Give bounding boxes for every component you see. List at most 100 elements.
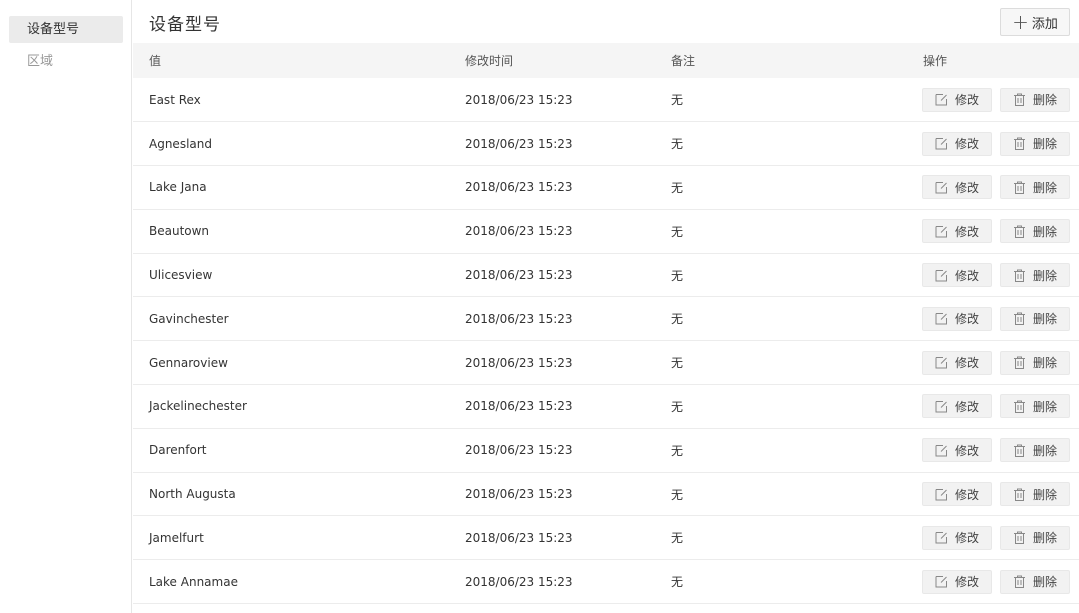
cell-modified: 2018/06/23 15:23	[465, 399, 573, 414]
edit-button-label: 修改	[954, 93, 979, 108]
page-title: 设备型号	[149, 15, 221, 35]
edit-button[interactable]: 修改	[922, 219, 992, 244]
cell-value: Darenfort	[149, 443, 207, 458]
delete-button-label: 删除	[1032, 137, 1057, 152]
edit-button[interactable]: 修改	[922, 394, 992, 419]
cell-note: 无	[671, 224, 684, 239]
edit-button-label: 修改	[954, 137, 979, 152]
edit-button-label: 修改	[954, 531, 979, 546]
edit-button[interactable]: 修改	[922, 87, 992, 112]
edit-button[interactable]: 修改	[922, 175, 992, 200]
table-row: Gavinchester 2018/06/23 15:23 无 修改 删除	[133, 297, 1079, 341]
delete-button[interactable]: 删除	[1000, 569, 1070, 594]
edit-button[interactable]: 修改	[922, 569, 992, 594]
delete-button[interactable]: 删除	[1000, 263, 1070, 288]
delete-button[interactable]: 删除	[1000, 438, 1070, 463]
delete-button[interactable]: 删除	[1000, 482, 1070, 507]
cell-modified: 2018/06/23 15:23	[465, 487, 573, 502]
edit-button-label: 修改	[954, 443, 979, 458]
edit-icon	[935, 488, 947, 501]
add-button[interactable]: + 添加	[1000, 8, 1070, 36]
table-row: Lake Annamae 2018/06/23 15:23 无 修改 删除	[133, 560, 1079, 604]
table-row: East Rex 2018/06/23 15:23 无 修改 删除	[133, 78, 1079, 122]
trash-icon	[1013, 488, 1025, 501]
cell-modified: 2018/06/23 15:23	[465, 530, 573, 545]
cell-value: Gavinchester	[149, 311, 229, 326]
edit-icon	[935, 400, 947, 413]
edit-button[interactable]: 修改	[922, 350, 992, 375]
delete-button[interactable]: 删除	[1000, 350, 1070, 375]
cell-actions: 修改 删除	[907, 341, 1079, 385]
cell-actions: 修改 删除	[907, 472, 1079, 516]
delete-button[interactable]: 删除	[1000, 219, 1070, 244]
cell-value: Beautown	[149, 224, 210, 239]
trash-icon	[1013, 225, 1025, 238]
trash-icon	[1013, 93, 1025, 107]
delete-button-label: 删除	[1032, 268, 1057, 283]
cell-note: 无	[671, 356, 684, 371]
cell-note: 无	[671, 487, 684, 502]
table-row: Jackelinechester 2018/06/23 15:23 无 修改 删…	[133, 385, 1079, 429]
delete-button-label: 删除	[1032, 487, 1057, 502]
delete-button[interactable]: 删除	[1000, 394, 1070, 419]
cell-actions: 修改 删除	[907, 297, 1079, 341]
edit-button-label: 修改	[954, 268, 979, 283]
table-row: Lake Jana 2018/06/23 15:23 无 修改 删除	[133, 166, 1079, 210]
delete-button[interactable]: 删除	[1000, 306, 1070, 331]
edit-button[interactable]: 修改	[922, 482, 992, 507]
cell-value: Ulicesview	[149, 268, 213, 283]
delete-button-label: 删除	[1032, 180, 1057, 195]
trash-icon	[1013, 575, 1025, 589]
cell-actions: 修改 删除	[907, 428, 1079, 472]
cell-modified: 2018/06/23 15:23	[465, 92, 573, 107]
edit-button[interactable]: 修改	[922, 263, 992, 288]
edit-icon	[935, 357, 947, 369]
delete-button[interactable]: 删除	[1000, 525, 1070, 550]
edit-icon	[935, 444, 947, 457]
cell-note: 无	[671, 399, 684, 414]
trash-icon	[1013, 531, 1025, 545]
table-body: East Rex 2018/06/23 15:23 无 修改 删除 Agnesl…	[133, 78, 1079, 604]
delete-button[interactable]: 删除	[1000, 175, 1070, 200]
edit-button-label: 修改	[954, 575, 979, 590]
edit-icon	[935, 138, 947, 150]
edit-button-label: 修改	[954, 487, 979, 502]
edit-icon	[935, 576, 947, 588]
cell-modified: 2018/06/23 15:23	[465, 224, 573, 239]
edit-button[interactable]: 修改	[922, 131, 992, 156]
cell-actions: 修改 删除	[907, 560, 1079, 604]
table-row: North Augusta 2018/06/23 15:23 无 修改 删除	[133, 472, 1079, 516]
delete-button[interactable]: 删除	[1000, 87, 1070, 112]
cell-note: 无	[671, 531, 684, 546]
sidebar-item-region[interactable]: 区域	[9, 48, 123, 75]
cell-value: Jamelfurt	[149, 530, 204, 545]
edit-button-label: 修改	[954, 312, 979, 327]
cell-actions: 修改 删除	[907, 78, 1079, 122]
edit-button[interactable]: 修改	[922, 438, 992, 463]
cell-value: Jackelinechester	[149, 399, 247, 414]
table-row: Darenfort 2018/06/23 15:23 无 修改 删除	[133, 428, 1079, 473]
edit-button-label: 修改	[954, 356, 979, 371]
main-panel: 设备型号 + 添加 值 修改时间 备注 操作 East Rex 2018/06/…	[133, 0, 1079, 613]
delete-button[interactable]: 删除	[1000, 131, 1070, 156]
edit-button[interactable]: 修改	[922, 525, 992, 550]
table-row: Jamelfurt 2018/06/23 15:23 无 修改 删除	[133, 516, 1079, 560]
delete-button-label: 删除	[1032, 356, 1057, 371]
cell-modified: 2018/06/23 15:23	[465, 136, 573, 151]
trash-icon	[1013, 181, 1025, 194]
cell-value: Lake Jana	[149, 180, 207, 195]
sidebar: 设备型号 区域	[0, 0, 132, 613]
edit-button[interactable]: 修改	[922, 306, 992, 331]
edit-icon	[935, 532, 947, 544]
cell-value: North Augusta	[149, 487, 236, 502]
trash-icon	[1013, 400, 1025, 413]
cell-actions: 修改 删除	[907, 385, 1079, 429]
edit-icon	[935, 269, 947, 282]
cell-note: 无	[671, 312, 684, 327]
table-row: Gennaroview 2018/06/23 15:23 无 修改 删除	[133, 341, 1079, 385]
trash-icon	[1013, 356, 1025, 370]
cell-modified: 2018/06/23 15:23	[465, 443, 573, 458]
edit-icon	[935, 225, 947, 238]
table-row: Agnesland 2018/06/23 15:23 无 修改 删除	[133, 122, 1079, 166]
sidebar-item-device-model[interactable]: 设备型号	[9, 16, 123, 43]
